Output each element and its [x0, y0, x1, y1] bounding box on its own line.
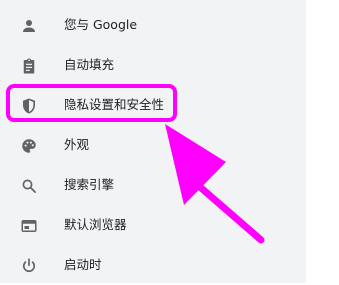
sidebar-item-label: 启动时 — [64, 257, 102, 272]
sidebar-item-autofill[interactable]: 自动填充 — [0, 45, 306, 85]
search-icon — [20, 177, 38, 195]
sidebar-item-label: 自动填充 — [64, 57, 115, 72]
sidebar-item-search-engine[interactable]: 搜索引擎 — [0, 165, 306, 205]
sidebar-item-default-browser[interactable]: 默认浏览器 — [0, 205, 306, 245]
sidebar-item-privacy-and-security[interactable]: 隐私设置和安全性 — [0, 85, 306, 125]
sidebar-item-label: 隐私设置和安全性 — [64, 97, 165, 112]
palette-icon — [20, 137, 38, 155]
sidebar-item-label: 外观 — [64, 137, 90, 152]
person-icon — [20, 17, 38, 35]
sidebar-item-on-startup[interactable]: 启动时 — [0, 245, 306, 285]
power-icon — [20, 257, 38, 275]
sidebar-item-appearance[interactable]: 外观 — [0, 125, 306, 165]
sidebar-item-label: 搜索引擎 — [64, 177, 115, 192]
sidebar-item-you-and-google[interactable]: 您与 Google — [0, 5, 306, 45]
settings-sidebar: 您与 Google 自动填充 隐私设置和安全性 外观 搜索引擎 默认浏览器 启动… — [0, 0, 306, 283]
sidebar-item-label: 您与 Google — [64, 17, 138, 32]
clipboard-icon — [20, 57, 38, 75]
browser-icon — [20, 217, 38, 235]
shield-icon — [20, 97, 38, 115]
sidebar-item-label: 默认浏览器 — [64, 217, 127, 232]
